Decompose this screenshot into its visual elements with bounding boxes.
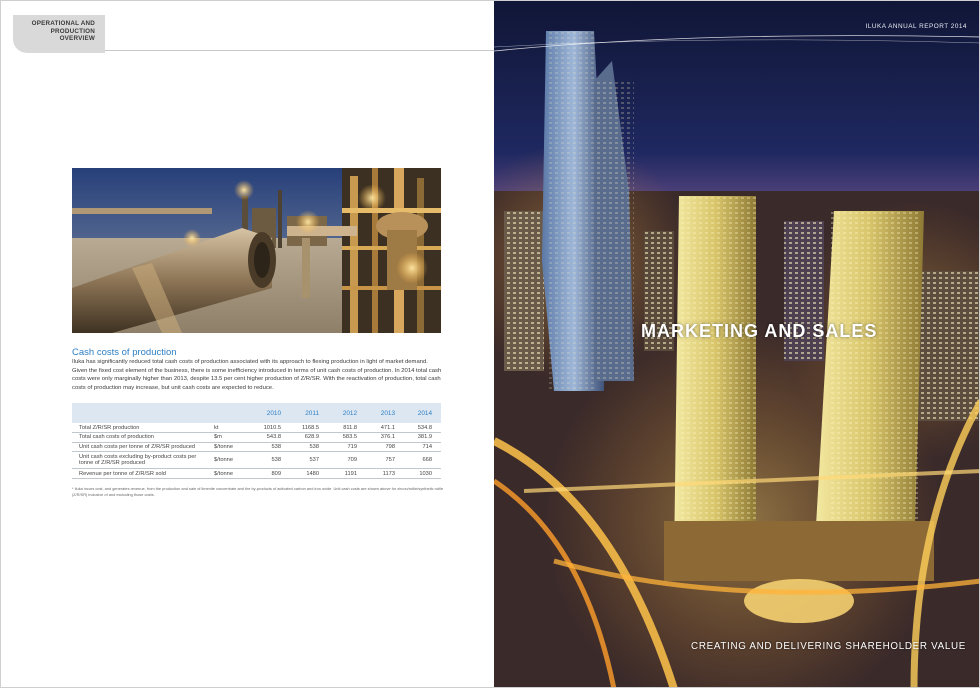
table-cell: 538 <box>252 442 290 453</box>
plant-photo-image <box>72 168 441 333</box>
section-tab-line: PRODUCTION <box>50 27 95 35</box>
table-header-cell <box>72 403 212 423</box>
table-row: Total cash costs of production $m 543.8 … <box>72 432 441 443</box>
row-unit: $m <box>212 432 252 443</box>
left-page: OPERATIONAL AND PRODUCTION OVERVIEW Cash… <box>1 1 494 687</box>
table-cell: 668 <box>404 451 441 470</box>
row-unit: kt <box>212 423 252 434</box>
table-cell: 537 <box>290 451 328 470</box>
table-row: Total Z/R/SR production kt 1010.5 1168.5… <box>72 423 441 434</box>
row-label: Unit cash costs excluding by-product cos… <box>72 451 212 470</box>
plant-photo <box>72 168 441 333</box>
table-cell: 583.5 <box>328 432 366 443</box>
table-cell: 1010.5 <box>252 423 290 434</box>
table-cell: 719 <box>328 442 366 453</box>
section-tab-line: OVERVIEW <box>59 35 95 43</box>
table-cell: 709 <box>328 451 366 470</box>
page-heading: MARKETING AND SALES <box>641 321 878 341</box>
document-spread: OPERATIONAL AND PRODUCTION OVERVIEW Cash… <box>0 0 980 688</box>
table-header-cell <box>212 403 252 423</box>
table-header-year: 2011 <box>305 409 319 417</box>
table-header-row: 2010 2011 2012 2013 2014 <box>72 403 441 423</box>
table-cell: 538 <box>252 451 290 470</box>
table-header-year: 2010 <box>266 409 281 417</box>
tagline: CREATING AND DELIVERING SHAREHOLDER VALU… <box>691 641 966 652</box>
table-cell: 381.9 <box>404 432 441 443</box>
table-cell: 471.1 <box>366 423 404 434</box>
table-cell: 811.8 <box>328 423 366 434</box>
table-cell: 1168.5 <box>290 423 328 434</box>
cash-costs-table: 2010 2011 2012 2013 2014 Total Z/R/SR pr… <box>72 403 441 479</box>
table-cell: 628.9 <box>290 432 328 443</box>
table-cell: 538 <box>290 442 328 453</box>
right-page: ILUKA ANNUAL REPORT 2014 MARKETING AND S… <box>494 1 979 687</box>
row-unit: $/tonne <box>212 442 252 453</box>
table-cell: 1480 <box>290 468 328 479</box>
table-cell: 534.8 <box>404 423 441 434</box>
table-cell: 809 <box>252 468 290 479</box>
row-unit: $/tonne <box>212 451 252 470</box>
table-cell: 543.8 <box>252 432 290 443</box>
row-unit: $/tonne <box>212 468 252 479</box>
table-row: Unit cash costs per tonne of Z/R/SR prod… <box>72 442 441 453</box>
header-rule <box>105 50 494 51</box>
section-tab-line: OPERATIONAL AND <box>31 20 95 27</box>
table-row: Unit cash costs excluding by-product cos… <box>72 451 441 470</box>
table-cell: 1173 <box>366 468 404 479</box>
section-heading: Cash costs of production <box>72 347 177 358</box>
table-header-year: 2012 <box>342 409 357 417</box>
header-swoosh <box>494 35 979 52</box>
table-header-year: 2014 <box>417 409 432 417</box>
row-label: Revenue per tonne of Z/R/SR sold <box>72 468 212 479</box>
row-label: Total Z/R/SR production <box>72 423 212 434</box>
table-cell: 714 <box>404 442 441 453</box>
table-footnote: * Iluka incurs cost, and generates reven… <box>72 486 444 497</box>
table-cell: 376.1 <box>366 432 404 443</box>
row-label: Total cash costs of production <box>72 432 212 443</box>
table-cell: 1030 <box>404 468 441 479</box>
table-header-year: 2013 <box>380 409 395 417</box>
table-row: Revenue per tonne of Z/R/SR sold $/tonne… <box>72 468 441 479</box>
table-cell: 757 <box>366 451 404 470</box>
body-paragraph: Iluka has significantly reduced total ca… <box>72 359 442 392</box>
table-cell: 1191 <box>328 468 366 479</box>
table-cell: 798 <box>366 442 404 453</box>
row-label: Unit cash costs per tonne of Z/R/SR prod… <box>72 442 212 453</box>
section-tab-label: OPERATIONAL AND PRODUCTION OVERVIEW <box>15 20 95 43</box>
city-photo <box>494 1 979 687</box>
